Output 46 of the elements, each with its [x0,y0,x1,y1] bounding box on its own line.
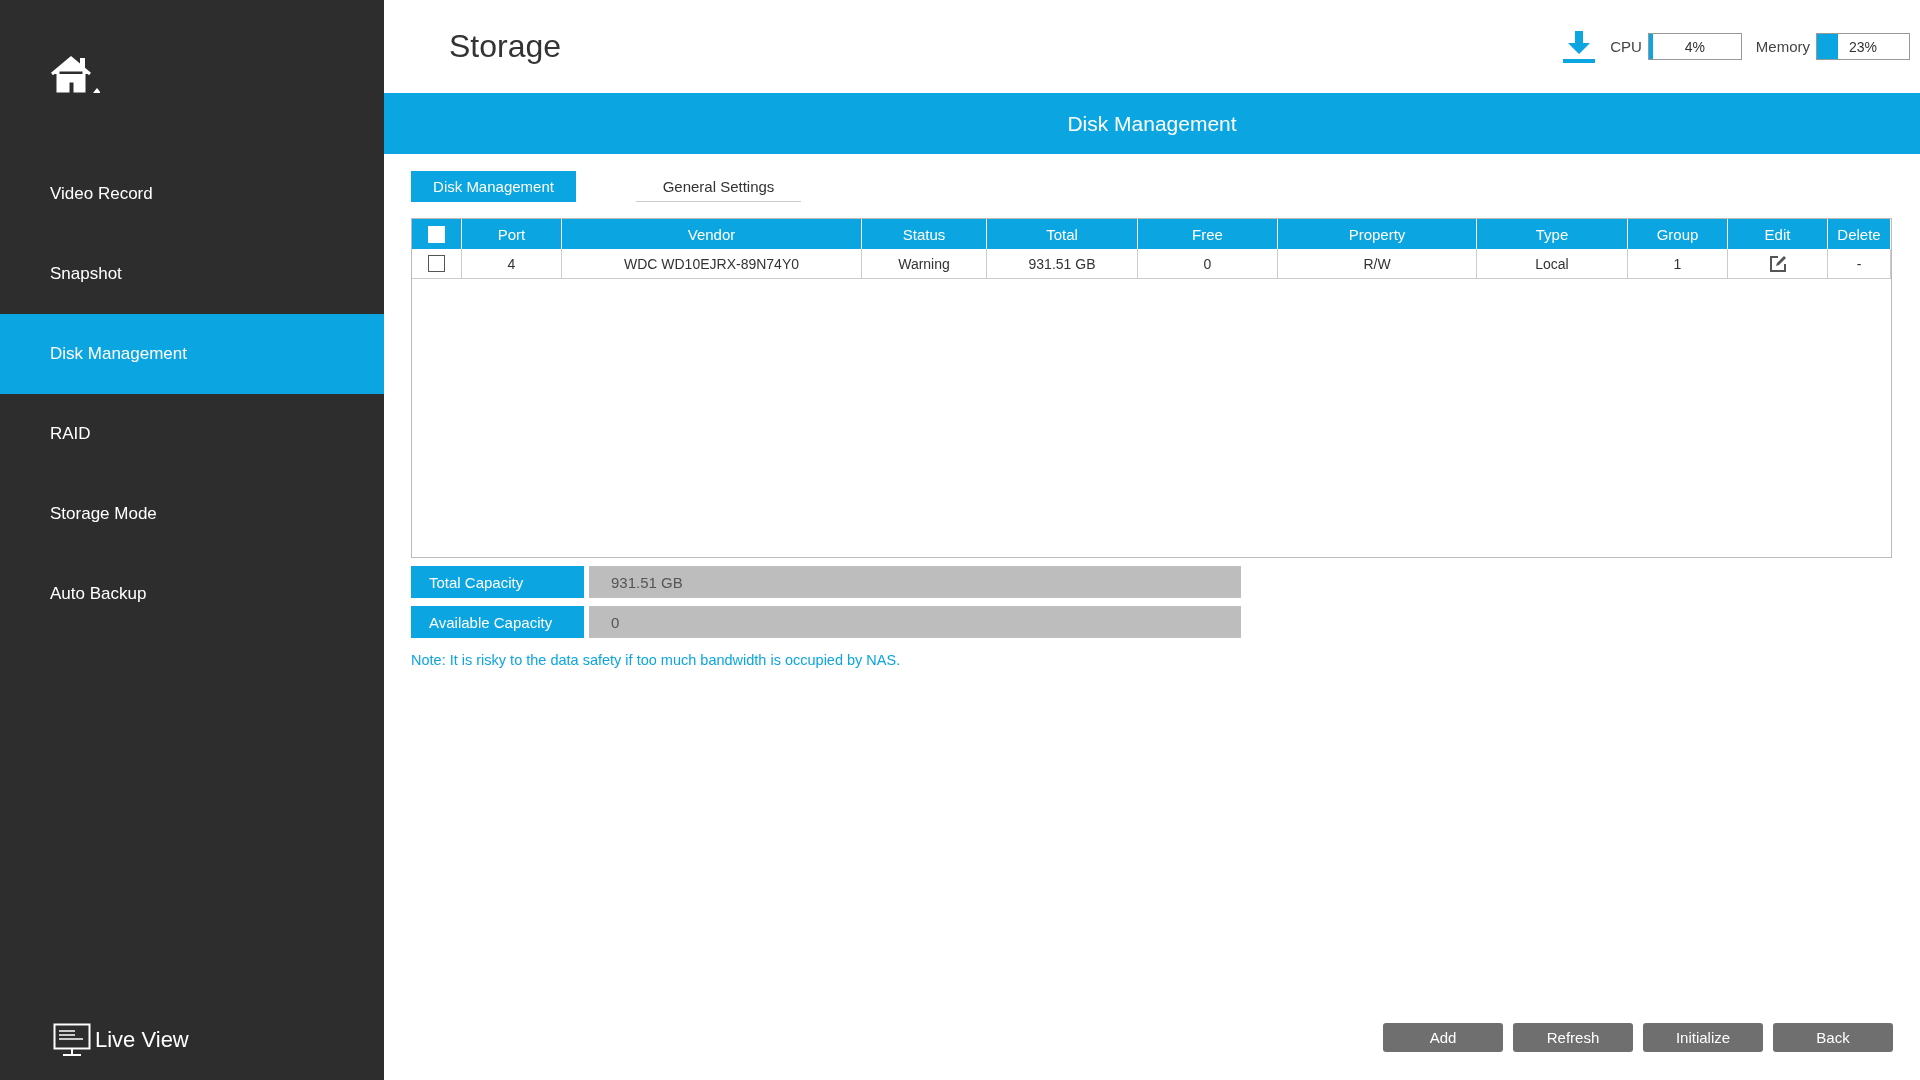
action-button[interactable]: Back [1773,1023,1893,1052]
action-button[interactable]: Refresh [1513,1023,1633,1052]
page-title: Storage [449,28,563,65]
column-header: Free [1138,219,1278,249]
column-header: Status [862,219,987,249]
row-checkbox[interactable] [428,255,445,272]
sidebar-item[interactable]: Snapshot [0,234,384,314]
capacity-label: Total Capacity [411,566,584,598]
capacity-value: 0 [589,606,1241,638]
monitor-icon[interactable] [53,1023,91,1057]
action-button[interactable]: Add [1383,1023,1503,1052]
home-icon[interactable] [50,56,100,94]
download-icon[interactable] [1562,30,1597,63]
column-header: Edit [1728,219,1828,249]
usage-reading: 23% [1848,37,1878,57]
table-cell: Local [1477,249,1628,279]
table-cell: Warning [862,249,987,279]
sidebar-item[interactable]: RAID [0,394,384,474]
capacity-label: Available Capacity [411,606,584,638]
meter-label: Memory [1755,38,1810,55]
usage-reading: 4% [1683,37,1706,57]
action-button[interactable]: Initialize [1643,1023,1763,1052]
column-header: Property [1278,219,1477,249]
column-header: Group [1628,219,1728,249]
section-banner: Disk Management [384,93,1920,154]
table-cell: WDC WD10EJRX-89N74Y0 [562,249,862,279]
sidebar-item[interactable]: Storage Mode [0,474,384,554]
sidebar-item[interactable]: Video Record [0,154,384,234]
table-cell: 4 [462,249,562,279]
table-cell: R/W [1278,249,1477,279]
table-cell: 0 [1138,249,1278,279]
table-cell: - [1828,249,1891,279]
capacity-value: 931.51 GB [589,566,1241,598]
live-view-link[interactable]: Live View [95,1027,189,1053]
column-header: Type [1477,219,1628,249]
column-header: Total [987,219,1138,249]
meter-label: CPU [1610,38,1642,55]
column-header: Port [462,219,562,249]
sidebar-item[interactable]: Auto Backup [0,554,384,634]
edit-icon[interactable] [1768,254,1787,273]
column-header: Vendor [562,219,862,249]
table-cell: 1 [1628,249,1728,279]
select-all-checkbox[interactable] [428,225,445,243]
column-header: Delete [1828,219,1891,249]
note-text: Note: It is risky to the data safety if too much bandwidth is occupied by NAS. [411,652,902,668]
table-cell: 931.51 GB [987,249,1138,279]
